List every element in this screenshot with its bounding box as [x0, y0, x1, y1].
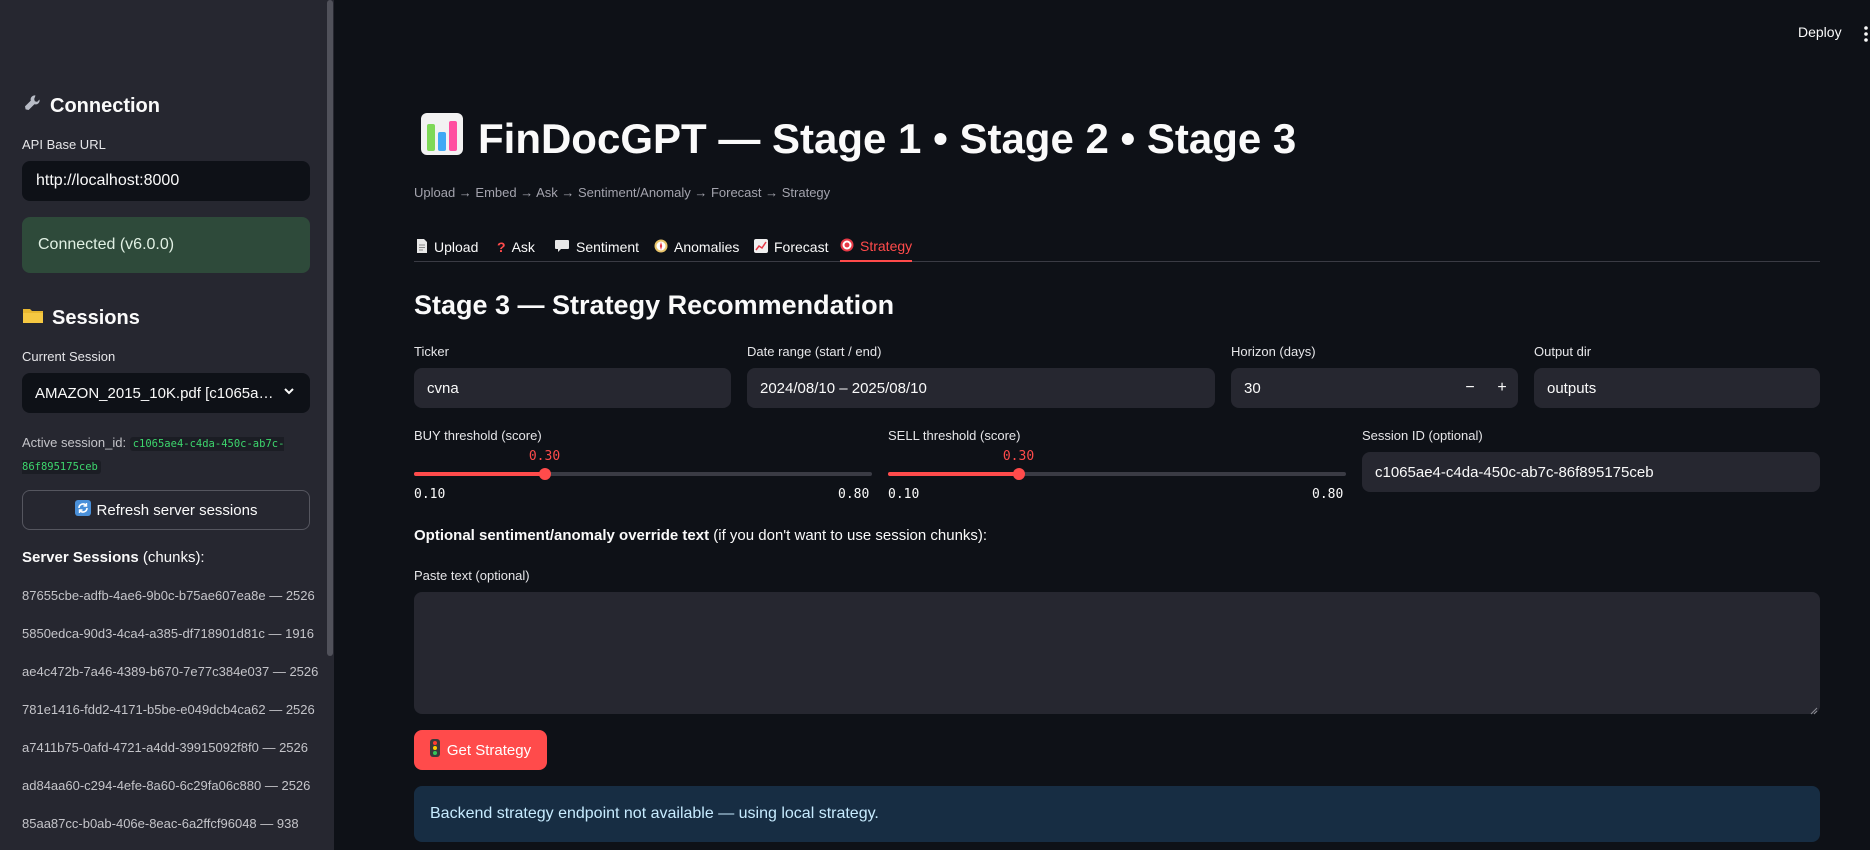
horizon-increment-button[interactable]: + [1486, 368, 1518, 408]
traffic-light-icon [429, 739, 440, 761]
server-sessions-list: 87655cbe-adfb-4ae6-9b0c-b75ae607ea8e — 2… [22, 588, 322, 850]
question-icon: ? [497, 239, 506, 255]
api-base-url-label: API Base URL [22, 137, 106, 152]
output-dir-label: Output dir [1534, 344, 1592, 359]
server-session-item: 781e1416-fdd2-4171-b5be-e049dcb4ca62 — 2… [22, 702, 315, 717]
sell-threshold-min: 0.10 [888, 487, 920, 502]
server-sessions-title: Server Sessions (chunks): [22, 549, 205, 566]
horizon-value: 30 [1244, 379, 1261, 397]
resize-grip-icon[interactable] [1808, 702, 1818, 715]
server-session-item: 5850edca-90d3-4ca4-a385-df718901d81c — 1… [22, 626, 315, 641]
tab-forecast[interactable]: Forecast [754, 232, 828, 262]
connection-heading: Connection [22, 93, 160, 119]
compass-icon [654, 239, 668, 256]
server-session-item: 87655cbe-adfb-4ae6-9b0c-b75ae607ea8e — 2… [22, 588, 315, 603]
session-id-label: Session ID (optional) [1362, 428, 1483, 443]
horizon-label: Horizon (days) [1231, 344, 1316, 359]
buy-threshold-label: BUY threshold (score) [414, 428, 542, 443]
current-session-select[interactable]: AMAZON_2015_10K.pdf [c1065a… [22, 373, 310, 413]
connection-status-alert: Connected (v6.0.0) [22, 217, 310, 273]
sell-threshold-value: 0.30 [1002, 449, 1035, 464]
target-icon [840, 238, 854, 255]
speech-bubble-icon [554, 239, 570, 256]
buy-threshold-min: 0.10 [414, 487, 446, 502]
api-base-url-input[interactable]: http://localhost:8000 [22, 161, 310, 201]
buy-threshold-max: 0.80 [838, 487, 870, 502]
current-session-value: AMAZON_2015_10K.pdf [c1065a… [35, 384, 274, 402]
active-session-label: Active session_id: [22, 435, 127, 450]
horizon-decrement-button[interactable]: − [1454, 368, 1486, 408]
sell-threshold-label: SELL threshold (score) [888, 428, 1021, 443]
server-session-item: ad84aa60-c294-4efe-8a60-6c29fa06c880 — 2… [22, 778, 311, 793]
tab-bar: Upload ? Ask Sentiment Anomalies Forecas… [414, 226, 1820, 262]
buy-threshold-thumb[interactable] [538, 468, 551, 480]
sell-threshold-fill [888, 472, 1019, 476]
sidebar-scrollbar[interactable] [327, 0, 333, 656]
session-id-input[interactable]: c1065ae4-c4da-450c-ab7c-86f895175ceb [1362, 452, 1820, 492]
date-range-label: Date range (start / end) [747, 344, 882, 359]
document-icon [416, 238, 428, 256]
refresh-icon [74, 500, 91, 520]
server-session-item: a7411b75-0afd-4721-a4dd-39915092f8f0 — 2… [22, 740, 308, 755]
page-title: FinDocGPT — Stage 1 • Stage 2 • Stage 3 [420, 112, 1296, 166]
wrench-icon [22, 93, 42, 119]
date-range-input[interactable]: 2024/08/10 – 2025/08/10 [747, 368, 1215, 408]
tab-anomalies[interactable]: Anomalies [654, 232, 739, 262]
server-session-item: 85aa87cc-b0ab-406e-8eac-6a2ffcf96048 — 9… [22, 816, 299, 831]
output-dir-input[interactable]: outputs [1534, 368, 1820, 408]
tab-upload[interactable]: Upload [416, 232, 478, 262]
current-session-label: Current Session [22, 349, 116, 364]
paste-text-label: Paste text (optional) [414, 568, 530, 583]
refresh-sessions-button[interactable]: Refresh server sessions [22, 490, 310, 530]
main-content: FinDocGPT — Stage 1 • Stage 2 • Stage 3 … [414, 0, 1820, 850]
info-alert: Backend strategy endpoint not available … [414, 786, 1820, 842]
tab-sentiment[interactable]: Sentiment [554, 232, 639, 262]
paste-text-area[interactable] [414, 592, 1820, 715]
sell-threshold-thumb[interactable] [1012, 468, 1025, 480]
more-options-icon[interactable] [1864, 26, 1868, 42]
chevron-down-icon [282, 384, 296, 398]
active-session-line: Active session_id: c1065ae4-c4da-450c-ab… [22, 432, 310, 478]
sidebar: Connection API Base URL http://localhost… [0, 0, 334, 850]
override-instructions: Optional sentiment/anomaly override text… [414, 527, 988, 544]
server-session-item: ae4c472b-7a46-4389-b670-7e77c384e037 — 2… [22, 664, 319, 679]
bar-chart-icon [420, 112, 464, 166]
ticker-input[interactable]: cvna [414, 368, 731, 408]
ticker-label: Ticker [414, 344, 449, 359]
buy-threshold-fill [414, 472, 545, 476]
chart-up-icon [754, 238, 768, 256]
section-title: Stage 3 — Strategy Recommendation [414, 290, 895, 320]
sell-threshold-max: 0.80 [1312, 487, 1344, 502]
horizon-number-input[interactable]: 30 − + [1231, 368, 1518, 408]
app-root: Connection API Base URL http://localhost… [0, 0, 1870, 850]
sessions-heading: Sessions [22, 305, 140, 331]
buy-threshold-value: 0.30 [528, 449, 561, 464]
folder-icon [22, 305, 44, 331]
get-strategy-button[interactable]: Get Strategy [414, 730, 547, 770]
tab-strategy[interactable]: Strategy [840, 232, 913, 262]
tab-ask[interactable]: ? Ask [497, 232, 535, 262]
pipeline-caption: Upload → Embed → Ask → Sentiment/Anomaly… [414, 185, 831, 200]
